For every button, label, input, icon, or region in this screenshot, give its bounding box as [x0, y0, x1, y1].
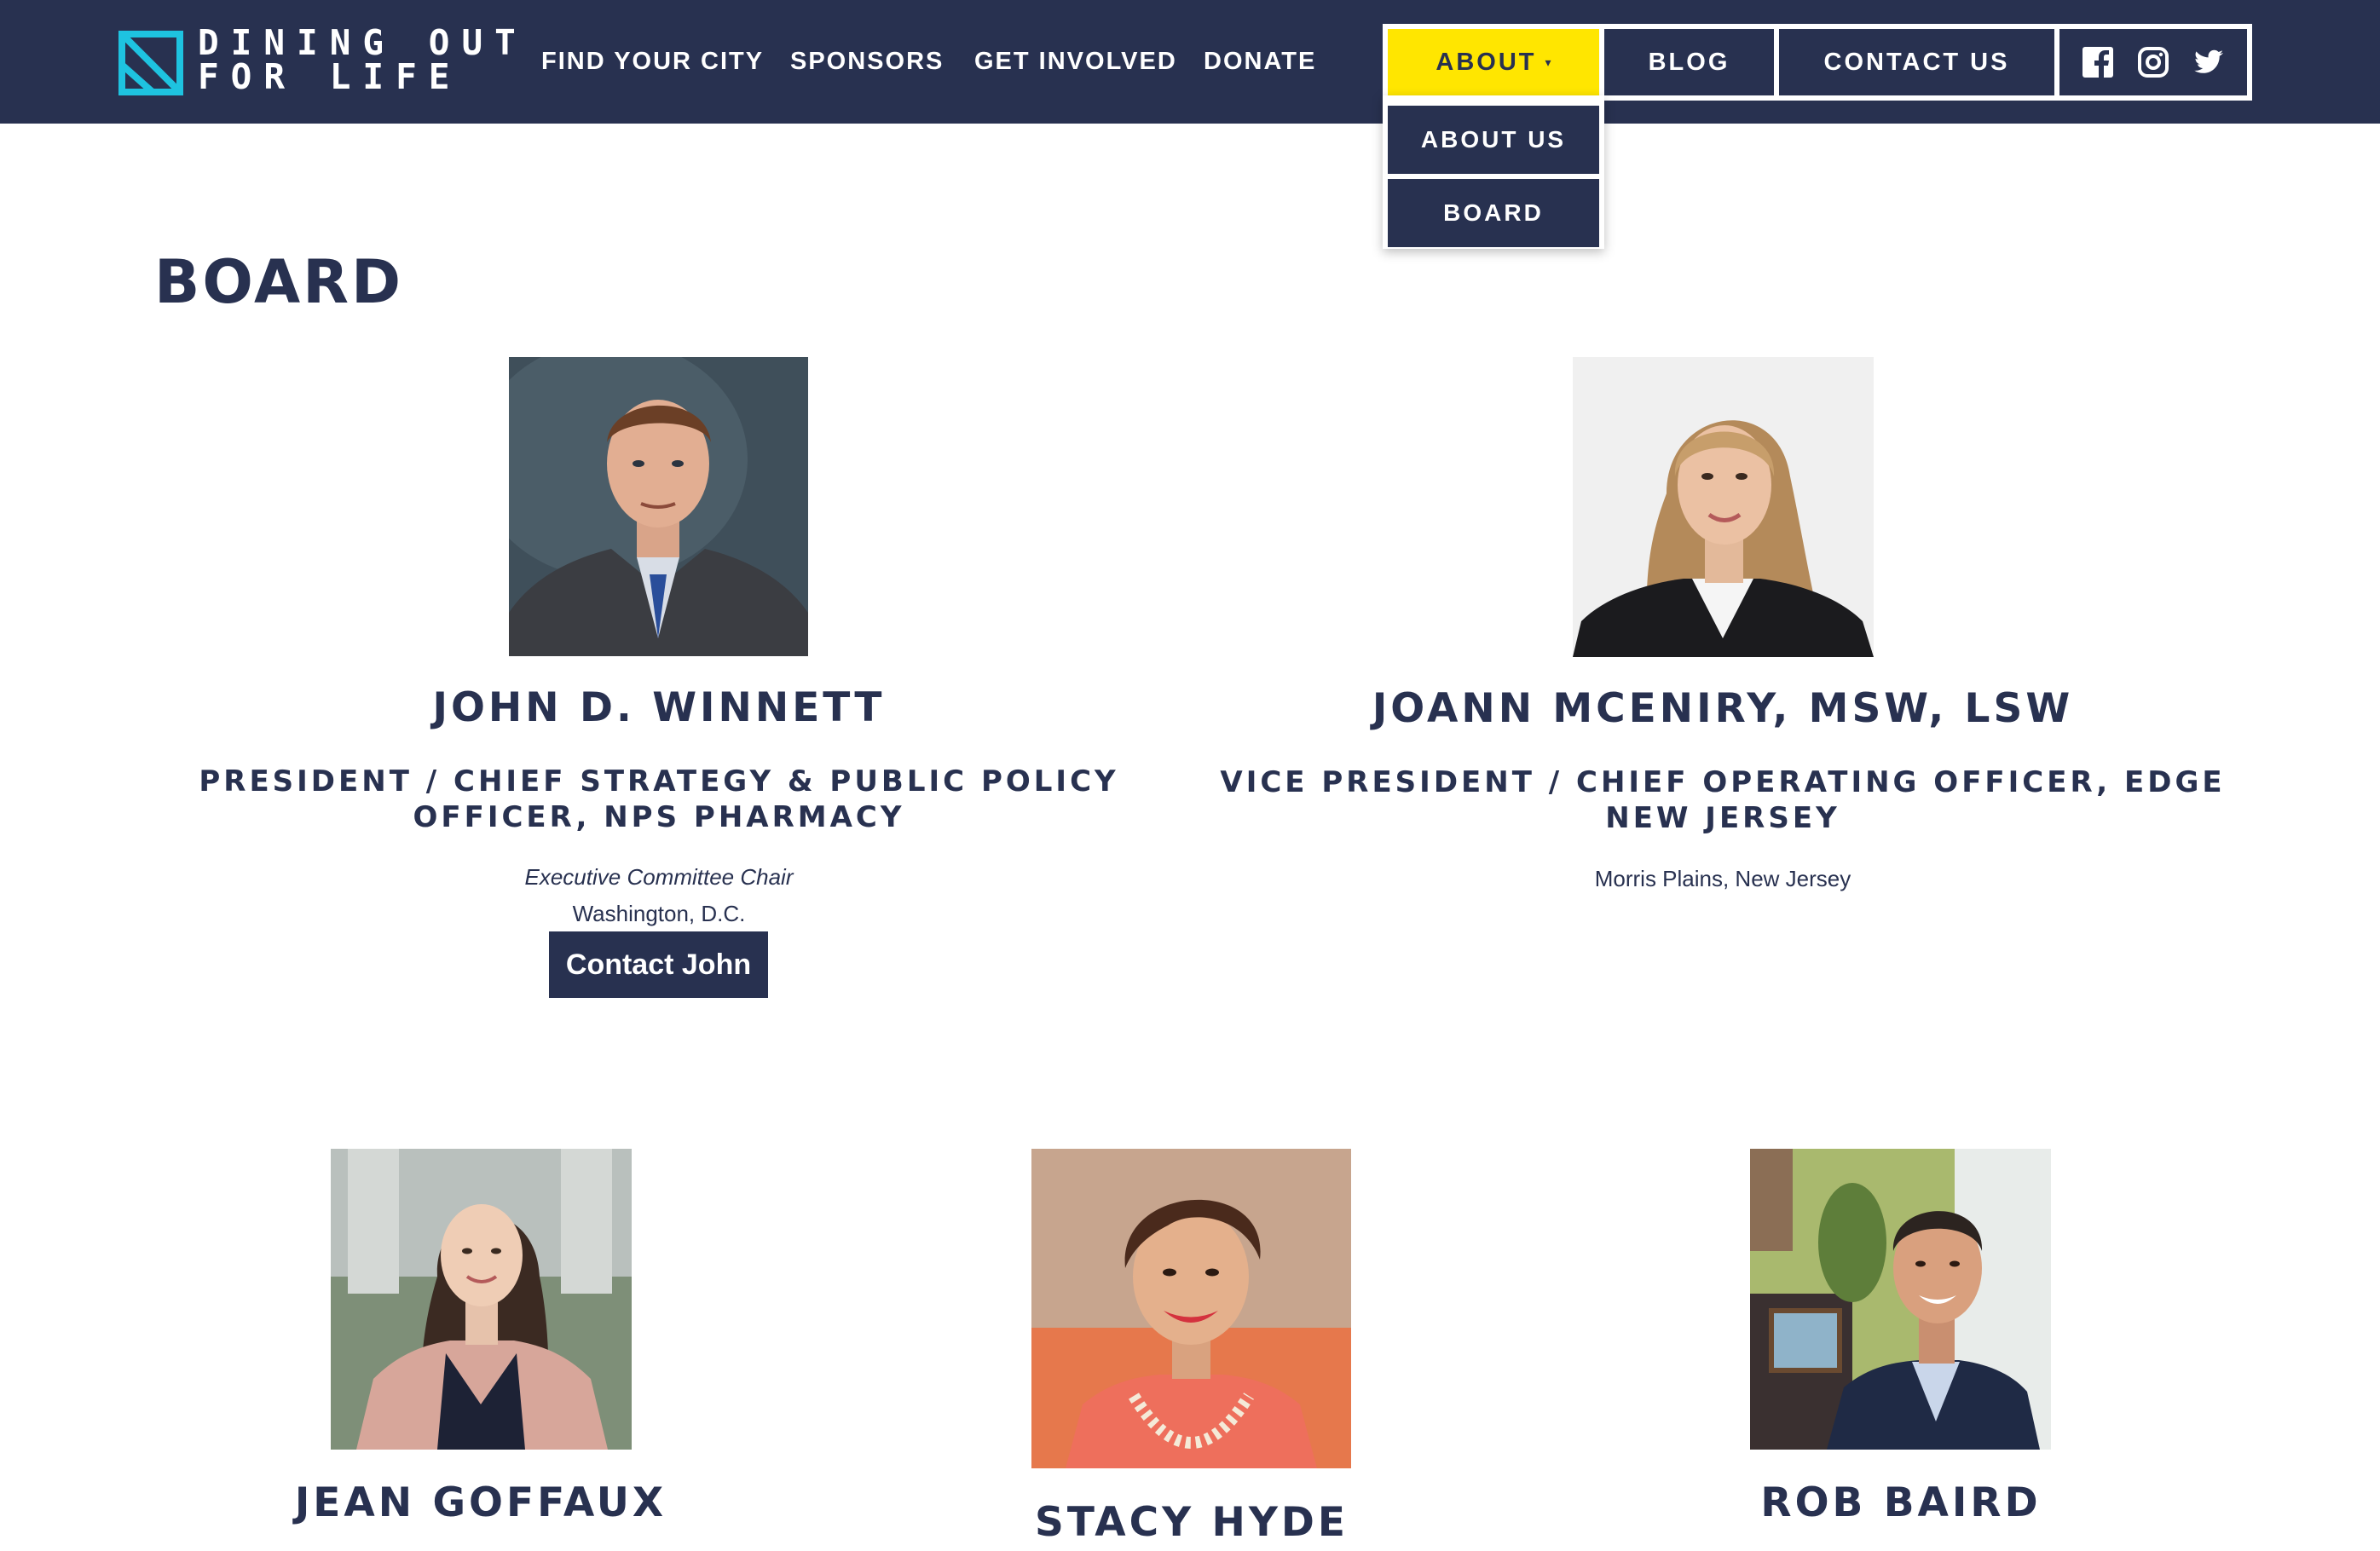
board-member-photo-joann [1573, 357, 1874, 657]
logo-mark-icon [118, 31, 183, 95]
board-member-location: Washington, D.C. [572, 901, 746, 926]
board-member-location: Morris Plains, New Jersey [1594, 866, 1851, 891]
twitter-icon[interactable] [2192, 45, 2226, 79]
nav-donate[interactable]: DONATE [1204, 44, 1316, 78]
board-member-name: JOANN MCENIRY, MSW, LSW [1372, 685, 2074, 732]
social-links [2054, 24, 2252, 101]
nav-contact-label: CONTACT US [1823, 48, 2010, 76]
facebook-icon[interactable] [2081, 45, 2115, 79]
board-member-name: STACY HYDE [1034, 1499, 1349, 1546]
nav-contact-button[interactable]: CONTACT US [1774, 24, 2059, 101]
dropdown-about-us[interactable]: ABOUT US [1388, 106, 1599, 174]
nav-sponsors[interactable]: SPONSORS [790, 44, 944, 78]
board-member-photo-rob [1750, 1149, 2051, 1450]
dropdown-board[interactable]: BOARD [1388, 179, 1599, 247]
nav-blog-button[interactable]: BLOG [1599, 24, 1779, 101]
caret-down-icon: ▾ [1545, 55, 1551, 69]
nav-blog-label: BLOG [1648, 48, 1730, 76]
site-logo[interactable]: DINING OUT FOR LIFE [118, 24, 516, 97]
board-member-role: PRESIDENT / CHIEF STRATEGY & PUBLIC POLI… [199, 764, 1119, 834]
site-header: DINING OUT FOR LIFE FIND YOUR CITY SPONS… [0, 0, 2380, 124]
nav-about-button[interactable]: ABOUT ▾ [1383, 24, 1604, 101]
logo-text-line2: FOR LIFE [198, 56, 462, 97]
board-member-note: Executive Committee Chair [524, 864, 794, 890]
board-member-name: JOHN D. WINNETT [432, 684, 886, 731]
board-member-photo-john [509, 357, 808, 656]
board-member-name: JEAN GOFFAUX [294, 1479, 667, 1526]
nav-button-group: ABOUT ▾ BLOG CONTACT US [1383, 24, 2252, 101]
board-member-photo-stacy [1031, 1149, 1351, 1468]
nav-get-involved[interactable]: GET INVOLVED [974, 44, 1177, 78]
about-dropdown-menu: ABOUT US BOARD [1383, 95, 1604, 249]
page-title: BOARD [154, 247, 404, 317]
contact-john-button[interactable]: Contact John [549, 931, 768, 998]
board-member-role: VICE PRESIDENT / CHIEF OPERATING OFFICER… [1220, 765, 2226, 835]
instagram-icon[interactable] [2136, 45, 2170, 79]
nav-find-your-city[interactable]: FIND YOUR CITY [541, 44, 764, 78]
nav-about-label: ABOUT [1436, 48, 1537, 76]
board-member-photo-jean [331, 1149, 632, 1450]
board-member-name: ROB BAIRD [1760, 1479, 2042, 1526]
